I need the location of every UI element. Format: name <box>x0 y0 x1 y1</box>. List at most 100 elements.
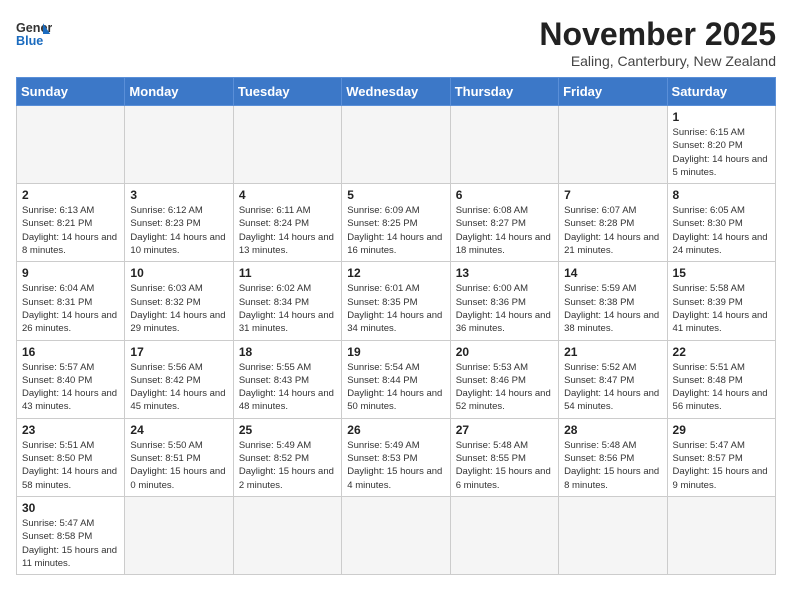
day-number: 29 <box>673 423 770 437</box>
calendar-cell: 17Sunrise: 5:56 AM Sunset: 8:42 PM Dayli… <box>125 340 233 418</box>
day-info: Sunrise: 5:53 AM Sunset: 8:46 PM Dayligh… <box>456 361 553 414</box>
calendar-week-4: 16 Sunrise: 5:57 AM Sunset: 8:40 PM Dayli… <box>17 340 776 418</box>
title-block: November 2025 Ealing, Canterbury, New Ze… <box>539 16 776 69</box>
weekday-header-friday: Friday <box>559 78 667 106</box>
day-number: 10 <box>130 266 227 280</box>
day-number: 1 <box>673 110 770 124</box>
calendar-cell: 15 Sunrise: 5:58 AM Sunset: 8:39 PM Dayli… <box>667 262 775 340</box>
day-info: Sunrise: 5:47 AM Sunset: 8:57 PM Dayligh… <box>673 439 770 492</box>
calendar-cell: 25Sunrise: 5:49 AM Sunset: 8:52 PM Dayli… <box>233 418 341 496</box>
day-info: Sunrise: 5:50 AM Sunset: 8:51 PM Dayligh… <box>130 439 227 492</box>
calendar-cell: 19 Sunrise: 5:54 AM Sunset: 8:44 PM Dayli… <box>342 340 450 418</box>
day-number: 8 <box>673 188 770 202</box>
logo-icon: General Blue <box>16 16 52 52</box>
day-info: Sunrise: 6:01 AM Sunset: 8:35 PM Dayligh… <box>347 282 444 335</box>
calendar-cell: 4Sunrise: 6:11 AM Sunset: 8:24 PM Daylig… <box>233 184 341 262</box>
calendar-cell: 24Sunrise: 5:50 AM Sunset: 8:51 PM Dayli… <box>125 418 233 496</box>
calendar-table: SundayMondayTuesdayWednesdayThursdayFrid… <box>16 77 776 575</box>
calendar-cell: 8 Sunrise: 6:05 AM Sunset: 8:30 PM Daylig… <box>667 184 775 262</box>
calendar-cell: 5 Sunrise: 6:09 AM Sunset: 8:25 PM Daylig… <box>342 184 450 262</box>
day-info: Sunrise: 5:51 AM Sunset: 8:48 PM Dayligh… <box>673 361 770 414</box>
day-number: 20 <box>456 345 553 359</box>
day-number: 6 <box>456 188 553 202</box>
day-info: Sunrise: 6:07 AM Sunset: 8:28 PM Dayligh… <box>564 204 661 257</box>
day-number: 4 <box>239 188 336 202</box>
location: Ealing, Canterbury, New Zealand <box>539 53 776 69</box>
calendar-cell: 7 Sunrise: 6:07 AM Sunset: 8:28 PM Daylig… <box>559 184 667 262</box>
calendar-cell: 30Sunrise: 5:47 AM Sunset: 8:58 PM Dayli… <box>17 496 125 574</box>
day-number: 18 <box>239 345 336 359</box>
day-info: Sunrise: 5:57 AM Sunset: 8:40 PM Dayligh… <box>22 361 119 414</box>
calendar-cell: 10Sunrise: 6:03 AM Sunset: 8:32 PM Dayli… <box>125 262 233 340</box>
day-number: 3 <box>130 188 227 202</box>
month-title: November 2025 <box>539 16 776 53</box>
weekday-header-tuesday: Tuesday <box>233 78 341 106</box>
calendar-cell <box>342 106 450 184</box>
day-info: Sunrise: 6:09 AM Sunset: 8:25 PM Dayligh… <box>347 204 444 257</box>
calendar-cell <box>342 496 450 574</box>
weekday-header-row: SundayMondayTuesdayWednesdayThursdayFrid… <box>17 78 776 106</box>
day-info: Sunrise: 6:08 AM Sunset: 8:27 PM Dayligh… <box>456 204 553 257</box>
calendar-week-1: 1Sunrise: 6:15 AM Sunset: 8:20 PM Daylig… <box>17 106 776 184</box>
day-number: 23 <box>22 423 119 437</box>
calendar-cell <box>125 496 233 574</box>
day-number: 16 <box>22 345 119 359</box>
calendar-cell: 9Sunrise: 6:04 AM Sunset: 8:31 PM Daylig… <box>17 262 125 340</box>
day-number: 11 <box>239 266 336 280</box>
logo: General Blue <box>16 16 52 52</box>
day-info: Sunrise: 6:00 AM Sunset: 8:36 PM Dayligh… <box>456 282 553 335</box>
calendar-cell: 28 Sunrise: 5:48 AM Sunset: 8:56 PM Dayli… <box>559 418 667 496</box>
day-info: Sunrise: 6:13 AM Sunset: 8:21 PM Dayligh… <box>22 204 119 257</box>
day-number: 17 <box>130 345 227 359</box>
page-header: General Blue November 2025 Ealing, Cante… <box>16 16 776 69</box>
day-number: 22 <box>673 345 770 359</box>
calendar-cell: 21 Sunrise: 5:52 AM Sunset: 8:47 PM Dayli… <box>559 340 667 418</box>
day-number: 7 <box>564 188 661 202</box>
calendar-cell: 29 Sunrise: 5:47 AM Sunset: 8:57 PM Dayli… <box>667 418 775 496</box>
day-number: 30 <box>22 501 119 515</box>
weekday-header-sunday: Sunday <box>17 78 125 106</box>
day-info: Sunrise: 5:59 AM Sunset: 8:38 PM Dayligh… <box>564 282 661 335</box>
calendar-week-2: 2Sunrise: 6:13 AM Sunset: 8:21 PM Daylig… <box>17 184 776 262</box>
weekday-header-wednesday: Wednesday <box>342 78 450 106</box>
day-info: Sunrise: 5:58 AM Sunset: 8:39 PM Dayligh… <box>673 282 770 335</box>
day-number: 27 <box>456 423 553 437</box>
calendar-week-3: 9Sunrise: 6:04 AM Sunset: 8:31 PM Daylig… <box>17 262 776 340</box>
day-number: 28 <box>564 423 661 437</box>
day-info: Sunrise: 5:49 AM Sunset: 8:52 PM Dayligh… <box>239 439 336 492</box>
day-info: Sunrise: 5:51 AM Sunset: 8:50 PM Dayligh… <box>22 439 119 492</box>
calendar-cell: 27Sunrise: 5:48 AM Sunset: 8:55 PM Dayli… <box>450 418 558 496</box>
calendar-cell: 18Sunrise: 5:55 AM Sunset: 8:43 PM Dayli… <box>233 340 341 418</box>
day-number: 12 <box>347 266 444 280</box>
calendar-week-6: 30Sunrise: 5:47 AM Sunset: 8:58 PM Dayli… <box>17 496 776 574</box>
calendar-cell <box>233 496 341 574</box>
day-number: 19 <box>347 345 444 359</box>
calendar-cell <box>17 106 125 184</box>
calendar-cell <box>559 496 667 574</box>
svg-text:Blue: Blue <box>16 34 43 48</box>
day-info: Sunrise: 6:04 AM Sunset: 8:31 PM Dayligh… <box>22 282 119 335</box>
day-number: 15 <box>673 266 770 280</box>
calendar-cell: 11 Sunrise: 6:02 AM Sunset: 8:34 PM Dayli… <box>233 262 341 340</box>
calendar-cell: 2Sunrise: 6:13 AM Sunset: 8:21 PM Daylig… <box>17 184 125 262</box>
calendar-cell: 12 Sunrise: 6:01 AM Sunset: 8:35 PM Dayli… <box>342 262 450 340</box>
calendar-cell <box>125 106 233 184</box>
weekday-header-saturday: Saturday <box>667 78 775 106</box>
calendar-cell: 26Sunrise: 5:49 AM Sunset: 8:53 PM Dayli… <box>342 418 450 496</box>
calendar-cell: 1Sunrise: 6:15 AM Sunset: 8:20 PM Daylig… <box>667 106 775 184</box>
day-info: Sunrise: 5:54 AM Sunset: 8:44 PM Dayligh… <box>347 361 444 414</box>
day-info: Sunrise: 6:02 AM Sunset: 8:34 PM Dayligh… <box>239 282 336 335</box>
day-number: 21 <box>564 345 661 359</box>
calendar-cell: 22 Sunrise: 5:51 AM Sunset: 8:48 PM Dayli… <box>667 340 775 418</box>
calendar-cell <box>667 496 775 574</box>
calendar-cell <box>450 106 558 184</box>
calendar-cell: 6 Sunrise: 6:08 AM Sunset: 8:27 PM Daylig… <box>450 184 558 262</box>
day-info: Sunrise: 5:49 AM Sunset: 8:53 PM Dayligh… <box>347 439 444 492</box>
day-info: Sunrise: 5:48 AM Sunset: 8:56 PM Dayligh… <box>564 439 661 492</box>
day-number: 5 <box>347 188 444 202</box>
day-info: Sunrise: 6:05 AM Sunset: 8:30 PM Dayligh… <box>673 204 770 257</box>
day-info: Sunrise: 5:52 AM Sunset: 8:47 PM Dayligh… <box>564 361 661 414</box>
weekday-header-thursday: Thursday <box>450 78 558 106</box>
calendar-cell <box>233 106 341 184</box>
weekday-header-monday: Monday <box>125 78 233 106</box>
